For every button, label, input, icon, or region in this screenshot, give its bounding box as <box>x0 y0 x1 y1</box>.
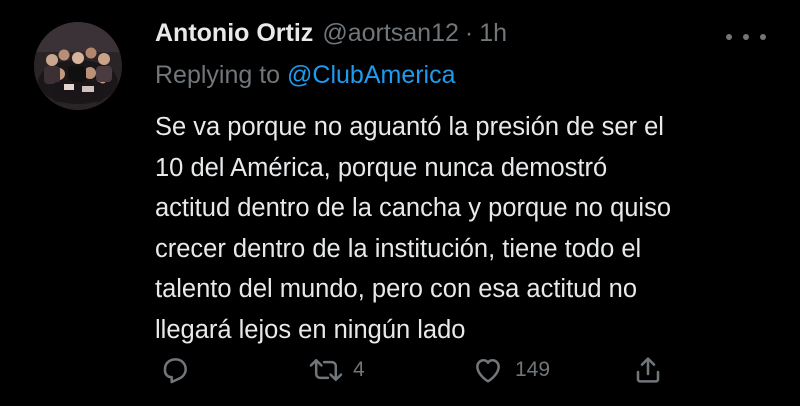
group-photo-image <box>34 22 122 110</box>
tweet-text: Se va porque no aguantó la presión de se… <box>155 107 775 350</box>
tweet-header: Antonio Ortiz @aortsan12 · 1h <box>155 19 507 53</box>
tweet-text-line: 10 del América, porque nunca demostró <box>155 153 608 182</box>
tweet-actions: 4 149 <box>0 350 800 390</box>
like-count: 149 <box>515 358 551 381</box>
reply-button[interactable] <box>159 350 191 390</box>
tweet-text-line: talento del mundo, pero con esa actitud … <box>155 275 637 303</box>
replying-to-label: Replying to <box>155 61 281 89</box>
replying-to-mention[interactable]: @ClubAmerica <box>287 61 455 89</box>
separator-dot: · <box>464 19 474 47</box>
tweet-text-line: llegará lejos en ningún lado <box>155 315 466 344</box>
retweet-icon <box>309 358 343 382</box>
author-name[interactable]: Antonio Ortiz <box>155 19 313 48</box>
retweet-button[interactable]: 4 <box>309 350 365 390</box>
replying-to: Replying to @ClubAmerica <box>155 61 456 90</box>
author-handle[interactable]: @aortsan12 <box>322 19 459 48</box>
retweet-count: 4 <box>353 358 365 381</box>
more-options-icon[interactable] <box>726 30 766 44</box>
tweet-text-line: Se va porque no aguantó la presión de se… <box>155 113 664 141</box>
more-dot <box>726 34 732 40</box>
reply-icon <box>163 358 187 384</box>
more-dot <box>760 34 766 40</box>
tweet-timestamp[interactable]: 1h <box>479 19 507 48</box>
share-icon <box>636 357 660 383</box>
more-dot <box>743 34 749 40</box>
tweet-text-line: crecer dentro de la institución, tiene t… <box>155 234 642 263</box>
like-button[interactable]: 149 <box>471 350 550 390</box>
tweet[interactable]: Antonio Ortiz @aortsan12 · 1h Replying t… <box>0 0 800 406</box>
avatar[interactable] <box>34 22 122 110</box>
share-button[interactable] <box>632 350 664 390</box>
heart-icon <box>476 359 500 383</box>
tweet-text-line: actitud dentro de la cancha y porque no … <box>155 194 672 222</box>
